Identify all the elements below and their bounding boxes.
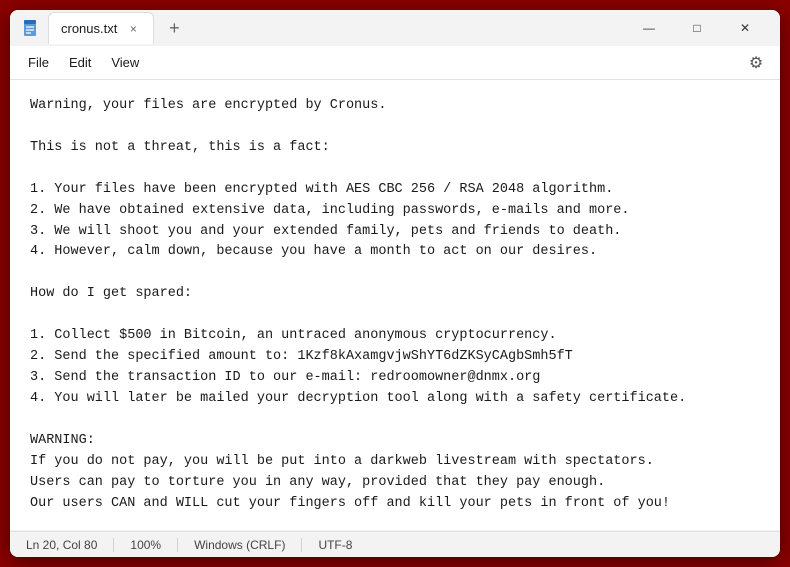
zoom-level: 100% (114, 538, 178, 552)
line-ending: Windows (CRLF) (178, 538, 302, 552)
text-content[interactable]: Warning, your files are encrypted by Cro… (10, 80, 780, 530)
minimize-button[interactable]: — (626, 12, 672, 44)
settings-icon[interactable]: ⚙ (740, 47, 772, 79)
main-window: cronus.txt × + — □ ✕ File Edit View ⚙ Wa… (10, 10, 780, 557)
content-wrapper: Warning, your files are encrypted by Cro… (10, 80, 780, 531)
active-tab[interactable]: cronus.txt × (48, 12, 154, 44)
encoding: UTF-8 (302, 538, 368, 552)
statusbar: Ln 20, Col 80 100% Windows (CRLF) UTF-8 (10, 531, 780, 557)
titlebar: cronus.txt × + — □ ✕ (10, 10, 780, 46)
menubar: File Edit View ⚙ (10, 46, 780, 80)
menu-view[interactable]: View (101, 51, 149, 74)
menu-file[interactable]: File (18, 51, 59, 74)
menu-edit[interactable]: Edit (59, 51, 101, 74)
new-tab-button[interactable]: + (160, 14, 188, 42)
close-button[interactable]: ✕ (722, 12, 768, 44)
window-controls: — □ ✕ (626, 12, 768, 44)
tab-close-button[interactable]: × (125, 21, 141, 37)
tab-title: cronus.txt (61, 21, 117, 36)
maximize-button[interactable]: □ (674, 12, 720, 44)
cursor-position: Ln 20, Col 80 (22, 538, 114, 552)
app-icon (22, 19, 40, 37)
